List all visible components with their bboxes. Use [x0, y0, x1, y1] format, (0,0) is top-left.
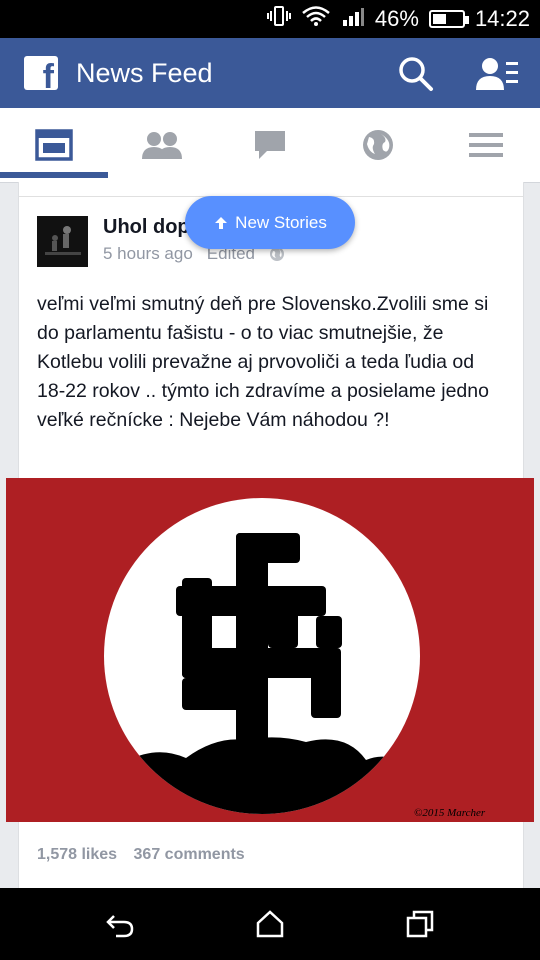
image-signature: ©2015 Marcher — [414, 807, 486, 819]
arrow-up-icon — [215, 216, 228, 229]
cartoon-illustration: ©2015 Marcher — [104, 498, 486, 819]
active-tab-indicator — [0, 172, 108, 178]
signal-icon — [341, 5, 365, 33]
avatar[interactable] — [37, 216, 88, 267]
likes-count[interactable]: 1,578 likes — [37, 846, 117, 863]
top-navbar: f News Feed — [0, 38, 540, 108]
post-stats: 1,578 likes 367 comments — [37, 846, 257, 864]
home-icon[interactable] — [254, 908, 286, 940]
post-image[interactable]: ©2015 Marcher — [6, 478, 534, 822]
tab-news-feed[interactable] — [0, 108, 108, 182]
tab-friend-requests[interactable] — [108, 108, 216, 182]
tab-notifications[interactable] — [324, 108, 432, 182]
back-icon[interactable] — [104, 908, 136, 940]
news-feed-icon — [35, 129, 73, 161]
vibrate-icon — [266, 5, 291, 33]
battery-icon — [428, 10, 469, 28]
message-icon — [255, 131, 285, 159]
post-text: veľmi veľmi smutný deň pre Slovensko.Zvo… — [37, 293, 489, 431]
search-icon[interactable] — [396, 54, 436, 94]
system-navigation-bar — [0, 888, 540, 960]
post-author[interactable]: Uhol dop — [103, 216, 190, 239]
friends-list-icon[interactable] — [476, 54, 520, 94]
facebook-logo-icon[interactable]: f — [24, 56, 58, 94]
clock: 14:22 — [474, 6, 530, 31]
battery-fill — [432, 14, 446, 24]
globe-icon — [363, 130, 393, 160]
comments-count[interactable]: 367 comments — [134, 846, 245, 863]
post-time[interactable]: 5 hours ago — [103, 244, 193, 264]
wifi-icon — [301, 5, 331, 33]
menu-icon — [469, 133, 503, 157]
recent-apps-icon[interactable] — [404, 908, 436, 940]
battery-percent: 46% — [374, 6, 419, 31]
new-stories-label: New Stories — [235, 212, 327, 232]
tab-more[interactable] — [432, 108, 540, 182]
status-bar: 46% 14:22 — [0, 0, 540, 38]
tab-messages[interactable] — [216, 108, 324, 182]
new-stories-button[interactable]: New Stories — [185, 196, 355, 249]
page-title: News Feed — [76, 58, 213, 88]
friends-icon — [142, 132, 182, 159]
